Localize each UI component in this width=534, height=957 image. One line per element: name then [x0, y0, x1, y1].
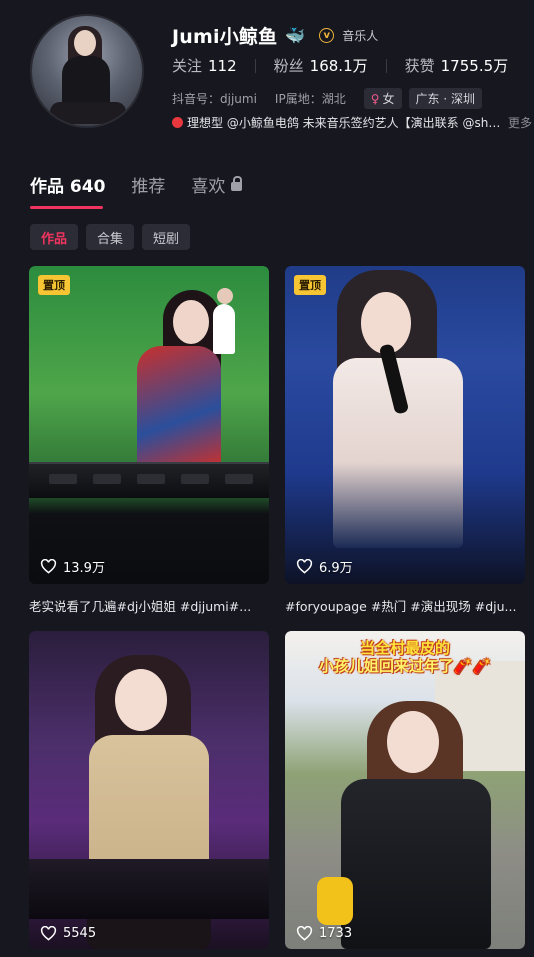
pinned-badge: 置顶	[294, 275, 326, 295]
like-count-value: 1733	[319, 926, 353, 941]
filter-chips: 作品 合集 短剧	[30, 224, 191, 250]
video-card[interactable]: 当全村最皮的 小孩儿姐回来过年了🧨🧨 1733	[285, 631, 525, 949]
stat-value: 168.1万	[309, 57, 368, 75]
ip-location: IP属地：湖北	[274, 92, 346, 106]
heart-icon	[40, 559, 57, 574]
like-count-value: 13.9万	[63, 561, 105, 576]
filter-works[interactable]: 作品	[30, 224, 79, 250]
douyin-id: 抖音号：djjumi	[172, 92, 257, 106]
stat-value: 1755.5万	[440, 57, 509, 75]
stat-label: 获赞	[404, 57, 435, 75]
dj-deck	[29, 859, 269, 919]
tab-likes-label: 喜欢	[191, 177, 226, 197]
divider	[254, 58, 256, 73]
video-thumbnail[interactable]: 置顶 6.9万	[285, 266, 525, 584]
pinned-badge: 置顶	[38, 275, 70, 295]
video-thumbnail[interactable]: 当全村最皮的 小孩儿姐回来过年了🧨🧨 1733	[285, 631, 525, 949]
like-count: 6.9万	[296, 557, 353, 576]
video-card[interactable]: 置顶 6.9万 #foryoupage #热门 #演出现场 #dju...	[285, 266, 525, 616]
avatar[interactable]	[30, 14, 144, 128]
filter-collections[interactable]: 合集	[86, 224, 135, 250]
red-dot-icon	[172, 117, 183, 128]
gender-tag: ♀ 女	[363, 88, 402, 109]
profile-page: Jumi小鲸鱼 🐳 v 音乐人 关注 112 粉丝 168.1万 获赞 1755…	[0, 0, 534, 957]
heart-icon	[296, 559, 313, 574]
video-caption: 老实说看了几遍#dj小姐姐 #djjumi#...	[29, 599, 252, 614]
video-caption: #foryoupage #热门 #演出现场 #dju...	[285, 599, 517, 614]
profile-meta: 抖音号：djjumi IP属地：湖北 ♀ 女 广东 · 深圳	[172, 88, 489, 109]
lock-icon	[231, 176, 243, 191]
profile-tabs: 作品 640 推荐 喜欢	[30, 172, 243, 197]
tab-works[interactable]: 作品 640	[30, 172, 105, 197]
whale-emoji-icon: 🐳	[285, 26, 306, 45]
profile-description: 理想型 @小鲸鱼电鸽 未来音乐签约艺人【演出联系 @shi... 更多	[172, 114, 532, 131]
profile-role: 音乐人	[342, 29, 379, 43]
active-tab-indicator	[30, 206, 103, 209]
verified-badge-icon: v	[319, 28, 335, 43]
video-card[interactable]: 5545	[29, 631, 269, 949]
like-count: 13.9万	[40, 557, 105, 576]
dj-deck	[29, 462, 269, 498]
location-tag: 广东 · 深圳	[408, 88, 482, 109]
female-icon: ♀	[370, 91, 380, 106]
divider	[385, 58, 387, 73]
tab-likes[interactable]: 喜欢	[191, 172, 243, 197]
description-text: 理想型 @小鲸鱼电鸽 未来音乐签约艺人【演出联系 @shi...	[187, 116, 502, 130]
stat-label: 粉丝	[273, 57, 304, 75]
like-count: 5545	[40, 926, 96, 941]
like-count-value: 5545	[63, 926, 97, 941]
video-card[interactable]: 置顶 13.9万 老实说看了几遍#dj小姐姐 #djjumi#...	[29, 266, 269, 616]
like-count: 1733	[296, 926, 352, 941]
stat-likes: 获赞 1755.5万	[405, 55, 509, 76]
heart-icon	[296, 926, 313, 941]
heart-icon	[40, 926, 57, 941]
stat-followers[interactable]: 粉丝 168.1万	[274, 55, 368, 76]
profile-name: Jumi小鲸鱼	[172, 26, 278, 48]
tab-works-label: 作品 640	[30, 177, 106, 197]
stat-label: 关注	[172, 57, 203, 75]
filter-short-drama[interactable]: 短剧	[142, 224, 191, 250]
more-button[interactable]: 更多	[508, 114, 532, 131]
profile-name-row: Jumi小鲸鱼 🐳 v 音乐人	[172, 22, 378, 49]
video-thumbnail[interactable]: 置顶 13.9万	[29, 266, 269, 584]
video-overlay-text-2: 小孩儿姐回来过年了🧨🧨	[318, 657, 492, 675]
video-thumbnail[interactable]: 5545	[29, 631, 269, 949]
stat-value: 112	[208, 56, 237, 75]
like-count-value: 6.9万	[319, 561, 353, 576]
tab-recommend[interactable]: 推荐	[131, 172, 165, 197]
tab-recommend-label: 推荐	[131, 177, 166, 197]
gender-tag-label: 女	[382, 92, 395, 106]
stat-following[interactable]: 关注 112	[172, 55, 237, 76]
profile-stats: 关注 112 粉丝 168.1万 获赞 1755.5万	[172, 55, 526, 76]
